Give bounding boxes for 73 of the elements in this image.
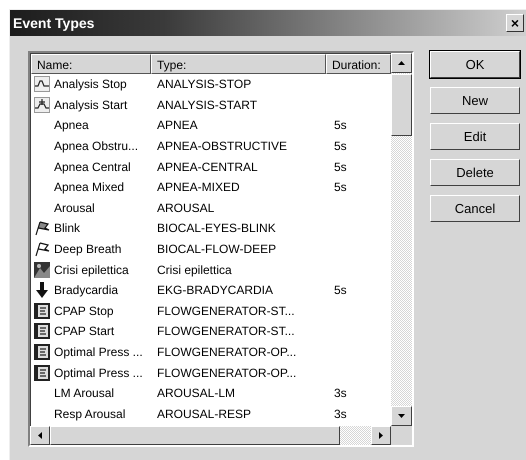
event-type: AROUSAL-LM [157, 386, 236, 400]
event-duration: 5s [334, 180, 347, 194]
scroll-thumb[interactable] [391, 74, 412, 136]
flag-icon [34, 220, 50, 236]
event-duration: 3s [334, 406, 347, 421]
event-name: CPAP Start [54, 324, 114, 338]
event-type: BIOCAL-FLOW-DEEP [157, 242, 276, 256]
event-duration: 5s [334, 160, 347, 174]
event-name: Apnea Central [54, 160, 131, 174]
event-type: EKG-BRADYCARDIA [157, 283, 274, 298]
device-icon [34, 344, 50, 360]
dialog-button[interactable]: OK [430, 51, 520, 78]
close-button[interactable]: × [506, 14, 524, 32]
arrow-down-icon [398, 414, 405, 418]
event-type: BIOCAL-EYES-BLINK [157, 221, 276, 236]
event-name: Resp Arousal [54, 406, 126, 421]
event-type: FLOWGENERATOR-ST... [157, 304, 295, 318]
column-header[interactable]: Duration: [326, 54, 391, 74]
event-name: Deep Breath [54, 242, 122, 256]
event-name: Apnea [54, 118, 89, 132]
waveform-icon [34, 96, 50, 113]
dialog-button[interactable]: Edit [430, 123, 520, 150]
event-name: Analysis Start [54, 98, 128, 112]
horizontal-scrollbar[interactable] [30, 426, 412, 445]
event-type: APNEA [157, 118, 198, 132]
event-name: Analysis Stop [54, 77, 127, 92]
event-type: AROUSAL [157, 200, 214, 215]
scroll-thumb[interactable] [50, 426, 340, 445]
event-type: FLOWGENERATOR-OP... [157, 366, 296, 380]
event-type: FLOWGENERATOR-OP... [157, 345, 296, 360]
window-title: Event Types [13, 15, 94, 31]
event-name: Crisi epilettica [54, 262, 129, 277]
device-icon [34, 323, 50, 340]
event-name: Bradycardia [54, 283, 118, 298]
event-type: APNEA-OBSTRUCTIVE [157, 139, 288, 154]
event-duration: 5s [334, 283, 347, 298]
scroll-up-button[interactable] [391, 53, 412, 73]
scrollbar-corner [391, 426, 412, 445]
dialog-button[interactable]: New [430, 87, 520, 114]
arrow-up-icon [398, 61, 405, 65]
event-name: CPAP Stop [54, 304, 114, 318]
event-name: Optimal Press ... [54, 366, 143, 380]
event-name: Optimal Press ... [54, 345, 143, 360]
column-header[interactable]: Type: [151, 54, 326, 74]
event-type: APNEA-CENTRAL [157, 160, 258, 174]
event-duration: 5s [334, 139, 347, 154]
event-name: LM Arousal [54, 386, 114, 400]
arrow-down-icon [34, 282, 50, 298]
event-name: Apnea Obstru... [54, 139, 138, 154]
event-name: Blink [54, 221, 80, 236]
dialog-button[interactable]: Delete [430, 159, 520, 186]
waveform-icon [34, 76, 50, 92]
event-type: AROUSAL-RESP [157, 406, 252, 421]
event-type: FLOWGENERATOR-ST... [157, 324, 295, 338]
scroll-right-button[interactable] [371, 426, 391, 445]
event-name: Apnea Mixed [54, 180, 124, 194]
event-duration: 3s [334, 386, 347, 400]
column-header[interactable]: Name: [31, 54, 151, 74]
scroll-left-button[interactable] [30, 426, 50, 445]
device-icon [34, 364, 50, 381]
event-name: Arousal [54, 200, 95, 215]
event-type: APNEA-MIXED [157, 180, 240, 194]
dialog-button[interactable]: Cancel [430, 195, 520, 222]
arrow-right-icon [379, 432, 383, 439]
arrow-left-icon [38, 432, 42, 439]
event-type: Crisi epilettica [157, 262, 232, 277]
image-icon [34, 262, 50, 278]
flag-icon [34, 241, 50, 258]
scroll-down-button[interactable] [391, 406, 412, 426]
event-duration: 5s [334, 118, 347, 132]
device-icon [34, 302, 50, 319]
event-type: ANALYSIS-STOP [157, 77, 252, 92]
event-type: ANALYSIS-START [157, 98, 258, 112]
